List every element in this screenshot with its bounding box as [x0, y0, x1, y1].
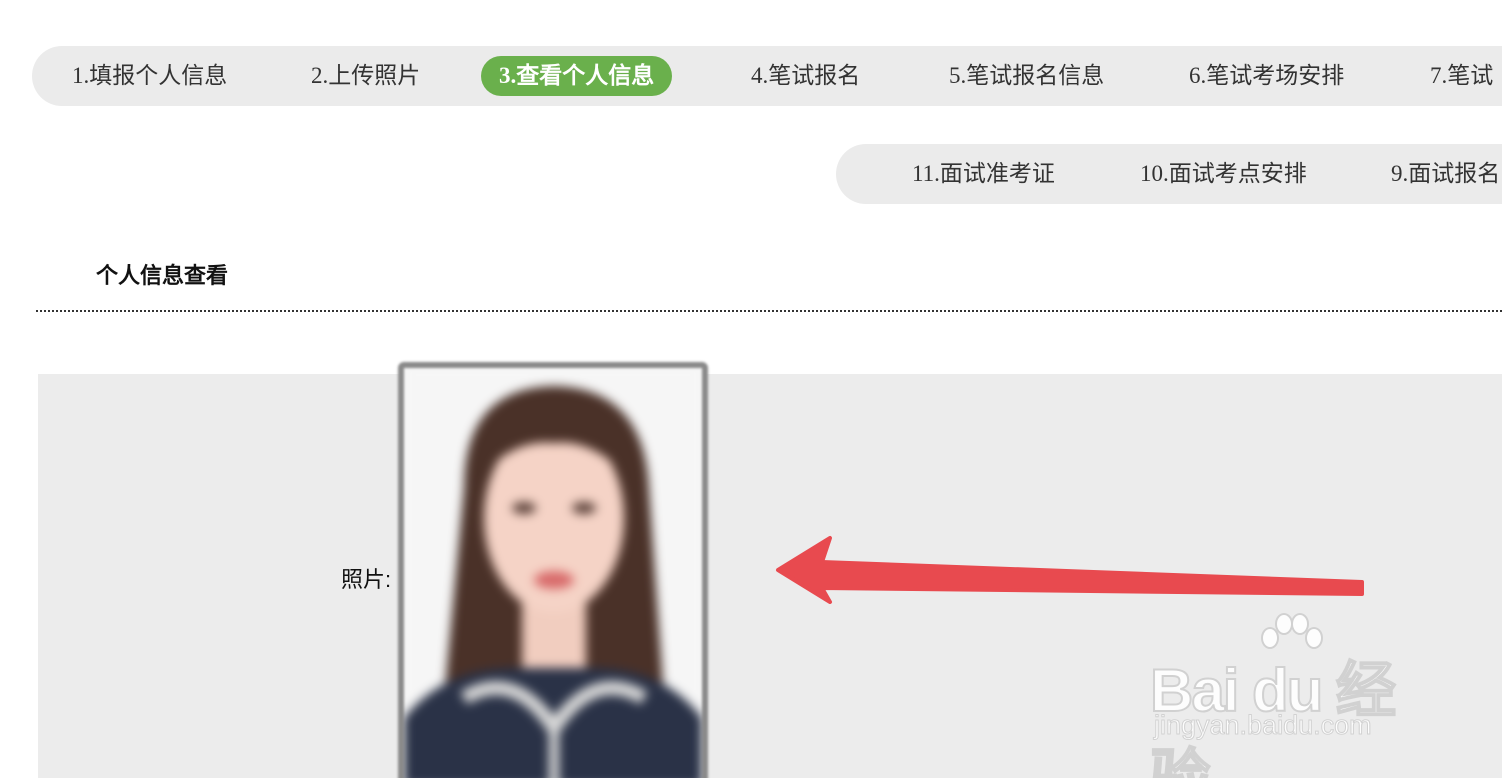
step-7-written[interactable]: 7.笔试	[1412, 56, 1502, 96]
step-9-interview-signup[interactable]: 9.面试报名	[1373, 154, 1502, 194]
step-1-fill-info[interactable]: 1.填报个人信息	[54, 56, 245, 96]
page: 1.填报个人信息 2.上传照片 3.查看个人信息 4.笔试报名 5.笔试报名信息…	[0, 0, 1502, 778]
step-5-written-exam-info[interactable]: 5.笔试报名信息	[931, 56, 1122, 96]
step-10-interview-site[interactable]: 10.面试考点安排	[1122, 154, 1325, 194]
photo-label: 照片:	[341, 567, 392, 592]
portrait-image	[404, 368, 702, 778]
step-3-view-info-active[interactable]: 3.查看个人信息	[481, 56, 673, 96]
watermark-url: jingyan.baidu.com	[1154, 710, 1373, 741]
section-title: 个人信息查看	[96, 263, 229, 288]
step-2-upload-photo[interactable]: 2.上传照片	[293, 56, 438, 96]
step-4-written-exam-signup[interactable]: 4.笔试报名	[733, 56, 878, 96]
step-6-exam-room-arrangement[interactable]: 6.笔试考场安排	[1171, 56, 1362, 96]
step-11-interview-admission[interactable]: 11.面试准考证	[894, 154, 1073, 194]
step-nav-row-2: 11.面试准考证 10.面试考点安排 9.面试报名	[836, 144, 1502, 204]
baidu-watermark: Bai du 经验 jingyan.baidu.com	[1149, 612, 1430, 778]
id-photo	[398, 362, 708, 778]
dotted-divider	[36, 310, 1502, 312]
step-nav-row-1: 1.填报个人信息 2.上传照片 3.查看个人信息 4.笔试报名 5.笔试报名信息…	[32, 46, 1502, 106]
red-arrow-icon	[776, 536, 1364, 604]
